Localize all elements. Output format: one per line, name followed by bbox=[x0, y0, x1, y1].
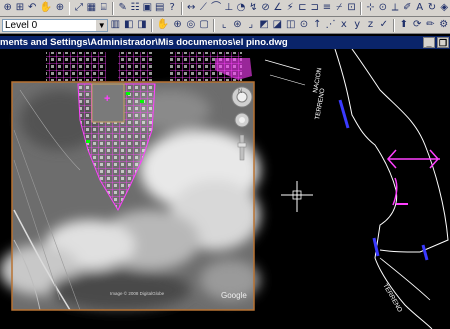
imagery-credit: Image © 2008 DigitalGlobe bbox=[110, 290, 165, 296]
restore-button[interactable]: ❐ bbox=[437, 37, 449, 48]
toolbar-top: ⊕ ⊞ ↶ ✋ ⊕ ⤢ ▦ ⌸ ✎ ☷ ▣ ▤? ↔ ⟋ ⌒ ⊥ ◔ ↯ ⊘ ∠ ⚡ ⊏ ⊐ ≡ ⌿ ⊡ ⊹ ⊙ ⟂ ✐ A ↻ ◈ bbox=[0, 0, 450, 17]
design-center-icon[interactable]: ▣ bbox=[142, 1, 153, 15]
tool-palettes-icon[interactable]: ▤ bbox=[154, 1, 165, 15]
toolbar-separator bbox=[360, 1, 362, 15]
dim-angular-icon[interactable]: ∠ bbox=[272, 1, 283, 15]
revolve-icon[interactable]: ⟳ bbox=[411, 18, 423, 32]
dim-ordinate-icon[interactable]: ⊥ bbox=[223, 1, 234, 15]
dim-space-icon[interactable]: ≡ bbox=[321, 1, 332, 15]
cad-crosshair bbox=[281, 181, 313, 212]
dim-jogged-icon[interactable]: ↯ bbox=[248, 1, 259, 15]
apply-ucs-icon[interactable]: ✓ bbox=[378, 18, 390, 32]
jogged-linear-icon[interactable]: ⟂ bbox=[389, 1, 400, 15]
3point-ucs-icon[interactable]: ⋰ bbox=[324, 18, 336, 32]
z-ucs-icon[interactable]: z bbox=[364, 18, 376, 32]
dim-edit-icon[interactable]: ✐ bbox=[402, 1, 413, 15]
center-mark-icon[interactable]: ⊹ bbox=[365, 1, 376, 15]
parcel-marker: + bbox=[104, 93, 110, 105]
dim-aligned-icon[interactable]: ⟋ bbox=[198, 1, 209, 15]
terrain-boundary bbox=[264, 49, 449, 329]
y-ucs-icon[interactable]: y bbox=[351, 18, 363, 32]
zaxis-ucs-icon[interactable]: ↑ bbox=[311, 18, 323, 32]
drawing-svg: + N Image © 2008 DigitalGlobe Google NAC… bbox=[0, 49, 449, 329]
toolbar-separator bbox=[68, 1, 71, 15]
toolbar-separator bbox=[112, 1, 115, 15]
aerial-view-icon[interactable]: ▦ bbox=[86, 1, 97, 15]
document-title: ments and Settings\Administrador\Mis doc… bbox=[0, 37, 288, 48]
face-ucs-icon[interactable]: ◩ bbox=[258, 18, 270, 32]
toolbar-separator bbox=[392, 18, 395, 32]
minimize-button[interactable]: _ bbox=[423, 37, 435, 48]
help-icon[interactable]: ? bbox=[167, 1, 178, 15]
x-ucs-icon[interactable]: x bbox=[338, 18, 350, 32]
extrude-icon[interactable]: ⬆ bbox=[398, 18, 410, 32]
zoom-window-icon[interactable]: ⊞ bbox=[14, 1, 25, 15]
layer-combo-value: Level 0 bbox=[5, 19, 38, 31]
ucs-world-icon[interactable]: ⊛ bbox=[231, 18, 243, 32]
label-terreno-bottom: TERRENO bbox=[381, 283, 403, 314]
make-current-icon[interactable]: ◧ bbox=[123, 18, 135, 32]
document-title-bar: ments and Settings\Administrador\Mis doc… bbox=[0, 36, 450, 49]
dim-diameter-icon[interactable]: ⊘ bbox=[260, 1, 271, 15]
tolerance-icon[interactable]: ⊡ bbox=[346, 1, 357, 15]
dim-text-edit-icon[interactable]: A bbox=[414, 1, 425, 15]
3d-orbit-icon[interactable]: ◎ bbox=[185, 18, 197, 32]
view-ucs-icon[interactable]: ◫ bbox=[285, 18, 297, 32]
zoom-icon[interactable]: ⊕ bbox=[171, 18, 183, 32]
zoom-realtime-icon[interactable]: ⊕ bbox=[2, 1, 13, 15]
zoom-icon[interactable]: ⊕ bbox=[54, 1, 65, 15]
pan-icon[interactable]: ✋ bbox=[39, 1, 53, 15]
zoom-previous-icon[interactable]: ↶ bbox=[27, 1, 38, 15]
dim-radius-icon[interactable]: ◔ bbox=[235, 1, 246, 15]
quick-dim-icon[interactable]: ⚡ bbox=[284, 1, 295, 15]
markup-icon[interactable]: ✎ bbox=[117, 1, 128, 15]
ucs-previous-icon[interactable]: ⌟ bbox=[245, 18, 257, 32]
toolbar-separator bbox=[213, 18, 216, 32]
toolbar-separator bbox=[180, 1, 183, 15]
toolbar-bottom: Level 0 ▼ ▥ ◧ ◨ ✋ ⊕ ◎ ▢ ⌞ ⊛ ⌟ ◩ ◪ ◫ ⊙ ↑ ⋰ x y z ✓ ⬆ ⟳ ✏ ⚙ bbox=[0, 17, 450, 34]
toolbar-separator bbox=[151, 18, 153, 32]
zoom-extents-icon[interactable]: ⤢ bbox=[73, 1, 84, 15]
pencil-icon[interactable]: ✏ bbox=[424, 18, 436, 32]
parcels-top bbox=[46, 52, 252, 81]
dim-break-icon[interactable]: ⌿ bbox=[334, 1, 345, 15]
google-logo: Google bbox=[221, 291, 247, 300]
svg-text:N: N bbox=[238, 89, 242, 95]
chevron-down-icon[interactable]: ▼ bbox=[96, 19, 108, 31]
dim-baseline-icon[interactable]: ⊏ bbox=[297, 1, 308, 15]
dbconnect-icon[interactable]: ⌸ bbox=[98, 1, 109, 15]
layer-combo[interactable]: Level 0 ▼ bbox=[2, 18, 109, 32]
drawing-canvas[interactable]: + N Image © 2008 DigitalGlobe Google NAC… bbox=[0, 49, 450, 329]
layer-manager-icon[interactable]: ▥ bbox=[109, 18, 121, 32]
dim-continue-icon[interactable]: ⊐ bbox=[309, 1, 320, 15]
origin-ucs-icon[interactable]: ⊙ bbox=[298, 18, 310, 32]
properties-icon[interactable]: ☷ bbox=[129, 1, 140, 15]
inspect-icon[interactable]: ⊙ bbox=[377, 1, 388, 15]
object-ucs-icon[interactable]: ◪ bbox=[271, 18, 283, 32]
layer-previous-icon[interactable]: ◨ bbox=[136, 18, 148, 32]
dim-update-icon[interactable]: ↻ bbox=[426, 1, 437, 15]
settings-icon[interactable]: ⚙ bbox=[438, 18, 450, 32]
dim-linear-icon[interactable]: ↔ bbox=[186, 1, 197, 15]
dim-arc-icon[interactable]: ⌒ bbox=[210, 1, 222, 15]
named-views-icon[interactable]: ▢ bbox=[198, 18, 210, 32]
ucs-icon[interactable]: ⌞ bbox=[218, 18, 230, 32]
pan-icon[interactable]: ✋ bbox=[156, 18, 170, 32]
dim-style-icon[interactable]: ◈ bbox=[439, 1, 450, 15]
